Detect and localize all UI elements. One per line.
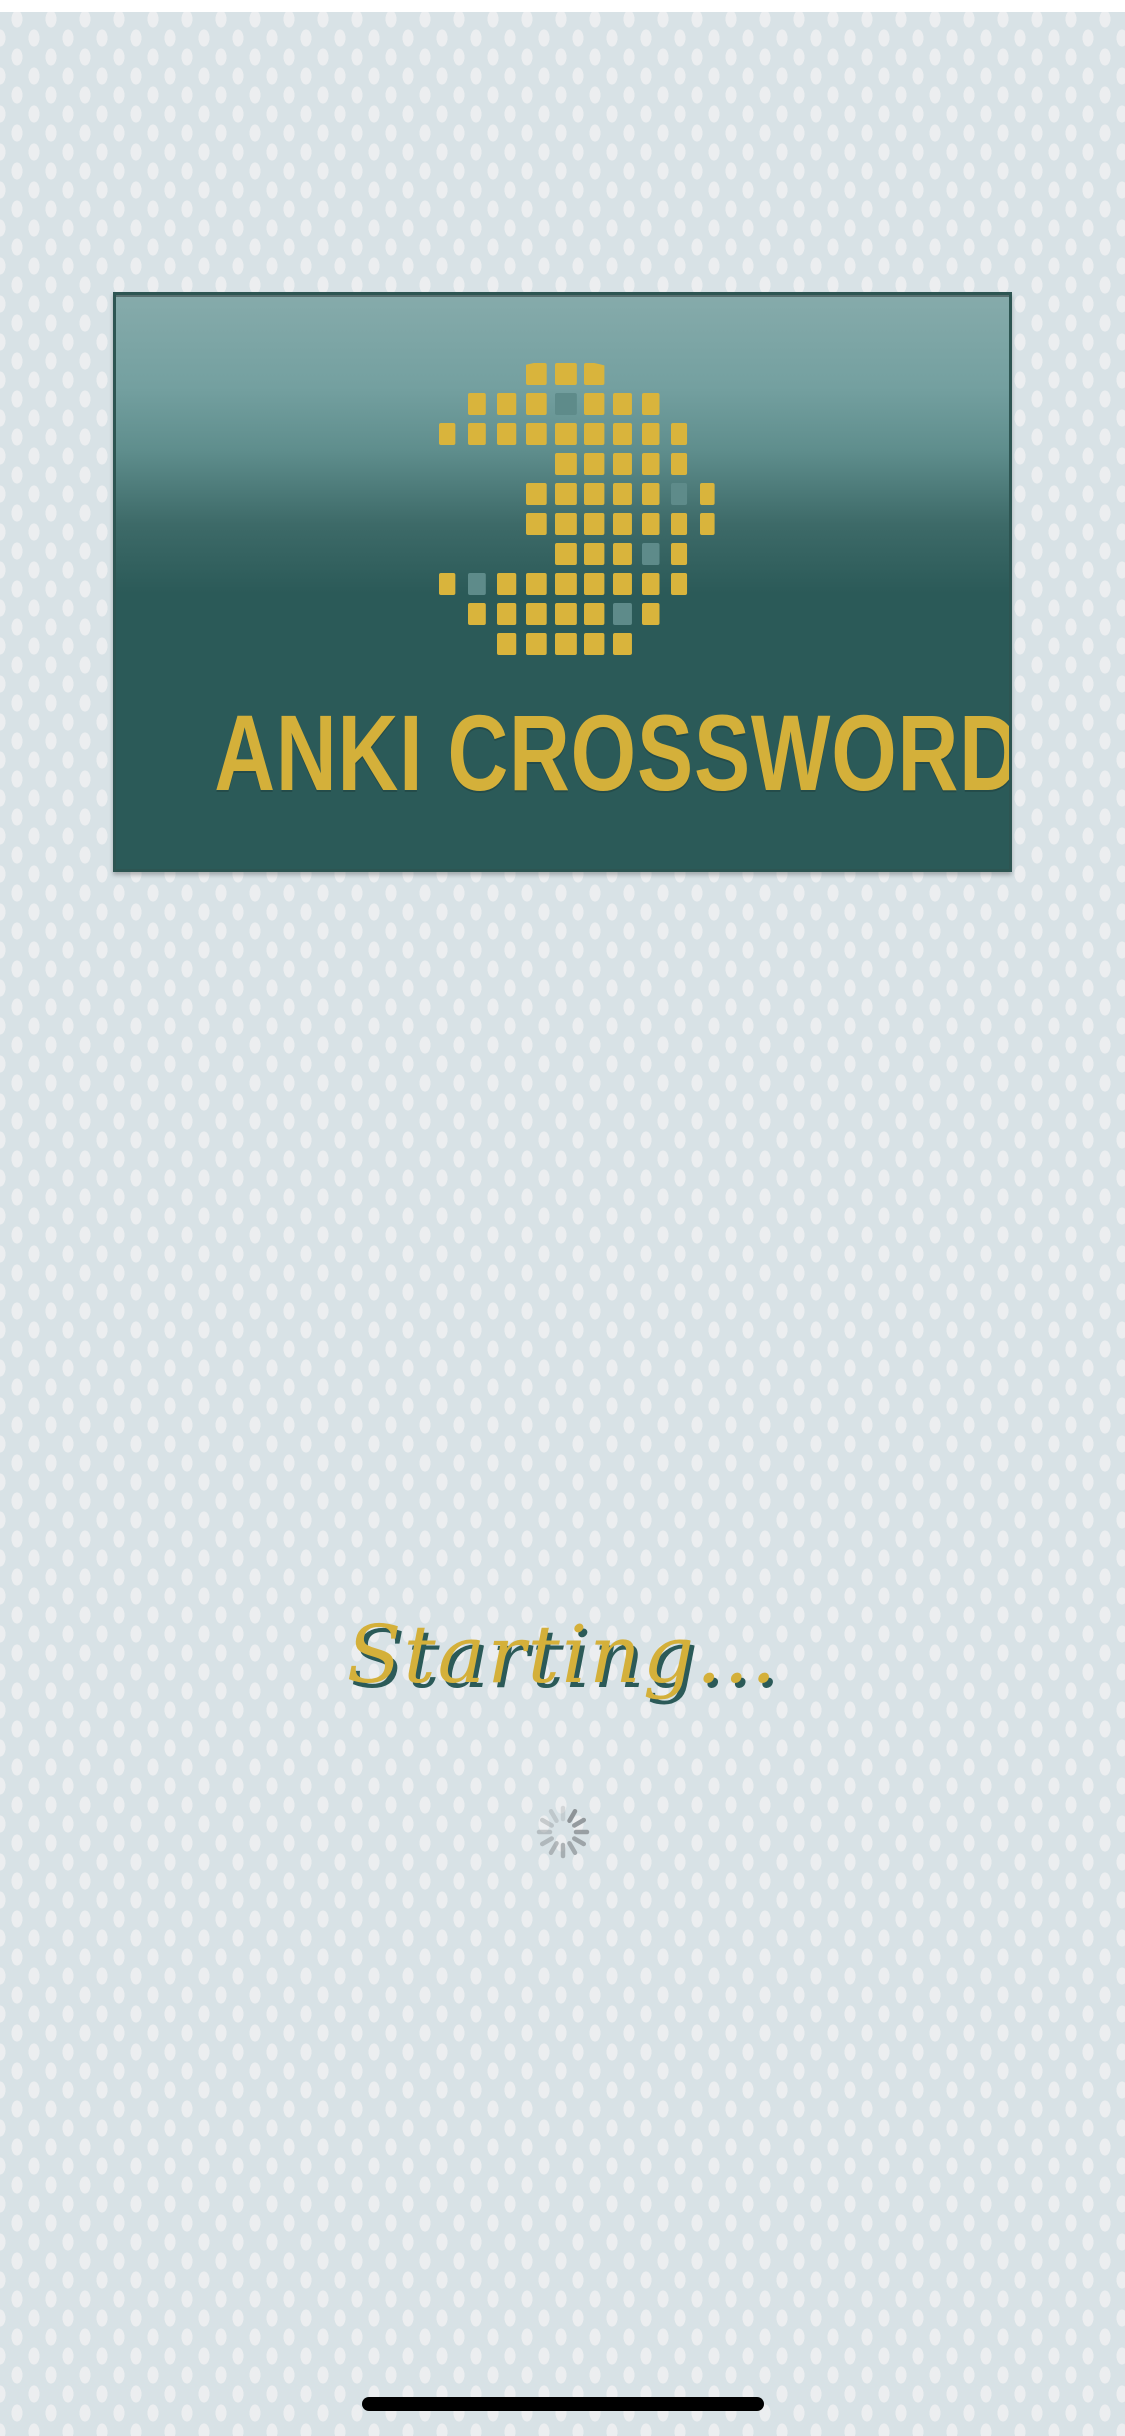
globe-tile [555,543,577,565]
loading-status-text: Starting... [346,1608,779,1701]
spinner-tick [572,1836,587,1847]
logo-title: ANKI CROSSWORD [214,692,1012,813]
home-indicator[interactable] [362,2397,764,2411]
globe-tile [671,423,688,445]
spinner-tick [567,1808,578,1823]
globe-tile [439,573,456,595]
globe-tile [468,423,486,445]
globe-tile [671,513,688,535]
globe-tile [642,393,660,415]
status-bar-area [0,0,1125,12]
globe-tile [700,483,715,505]
globe-tile [584,453,605,475]
globe-tile [700,513,715,535]
globe-tile [642,603,660,625]
globe-tile [497,423,517,445]
globe-tile [555,513,577,535]
globe-tile [613,393,632,415]
spinner-tick [572,1817,587,1828]
globe-tile [526,483,547,505]
globe-tile [671,483,688,505]
spinner-tick [539,1817,554,1828]
globe-tile [439,423,456,445]
globe-tile [613,543,632,565]
globe-tile [555,423,577,445]
globe-tile [468,393,486,415]
globe-tile [468,573,486,595]
globe-tile [671,573,688,595]
globe-tile [584,363,605,385]
globe-tile [613,483,632,505]
globe-tile [584,423,605,445]
globe-tile [642,423,660,445]
globe-tile [555,633,577,655]
globe-tile [613,633,632,655]
globe-tile [555,393,577,415]
globe-tile [642,543,660,565]
globe-tile [497,393,517,415]
globe-tile [584,543,605,565]
app-logo: ANKI CROSSWORD [113,292,1012,872]
globe-tile [555,363,577,385]
globe-tile [526,573,547,595]
globe-tile [526,633,547,655]
globe-tile [526,423,547,445]
globe-tile [526,603,547,625]
globe-tile [526,513,547,535]
globe-tile [584,393,605,415]
globe-tile [584,573,605,595]
globe-tile [468,603,486,625]
loading-spinner-icon [536,1805,590,1859]
crossword-globe-icon [439,363,715,655]
globe-tile [671,453,688,475]
globe-tile [526,393,547,415]
globe-tile [584,603,605,625]
globe-tile [613,453,632,475]
globe-tile [613,513,632,535]
globe-tile [555,603,577,625]
globe-tile [642,573,660,595]
globe-tile [584,633,605,655]
globe-tile [671,543,688,565]
globe-tile [497,573,517,595]
spinner-tick [548,1808,559,1823]
globe-tile [526,363,547,385]
globe-tile [613,423,632,445]
globe-tile [642,453,660,475]
spinner-tick [567,1841,578,1856]
globe-tile [642,483,660,505]
spinner-tick [548,1841,559,1856]
globe-tile [555,483,577,505]
globe-tile [613,573,632,595]
globe-tile [613,603,632,625]
globe-tile [584,513,605,535]
spinner-tick [539,1836,554,1847]
globe-tile [555,453,577,475]
globe-tile [497,603,517,625]
globe-tile [584,483,605,505]
globe-tile [497,633,517,655]
globe-tile [642,513,660,535]
globe-tile [555,573,577,595]
